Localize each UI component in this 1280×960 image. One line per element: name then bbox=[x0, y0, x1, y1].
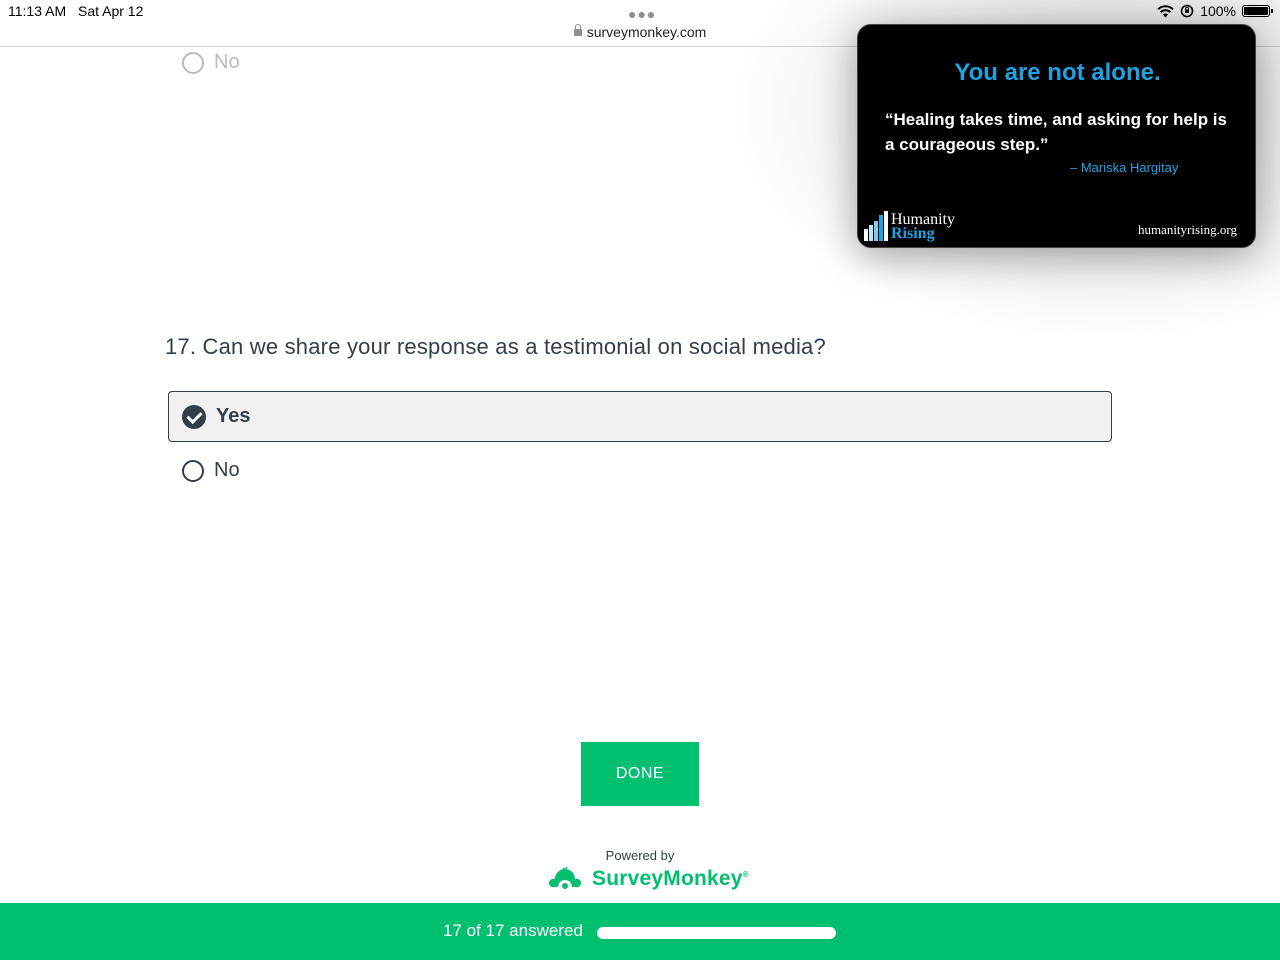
done-button[interactable]: DONE bbox=[581, 742, 699, 806]
battery-icon bbox=[1242, 5, 1273, 17]
radio-button-icon bbox=[182, 459, 204, 482]
surveymonkey-monkey-icon bbox=[549, 866, 581, 889]
battery-percent: 100% bbox=[1200, 3, 1236, 19]
status-bar: 11:13 AM Sat Apr 12 100% bbox=[0, 0, 1280, 24]
orientation-lock-icon bbox=[1180, 4, 1194, 18]
ad-quote: “Healing takes time, and asking for help… bbox=[885, 110, 1227, 154]
status-indicators: 100% bbox=[1157, 3, 1273, 19]
surveymonkey-logo[interactable]: SurveyMonkey® bbox=[546, 866, 749, 892]
logo-line-2: Rising bbox=[891, 225, 935, 242]
progress-text: 17 of 17 answered bbox=[443, 921, 583, 940]
option-label: No bbox=[214, 51, 240, 73]
checkmark-icon bbox=[182, 404, 206, 429]
url-text: surveymonkey.com bbox=[586, 24, 707, 40]
progress-footer: 17 of 17 answered bbox=[0, 903, 1280, 960]
progress-bar bbox=[597, 927, 836, 939]
wifi-icon bbox=[1157, 4, 1174, 17]
humanity-rising-logo: Humanity Rising bbox=[864, 211, 955, 242]
option-label: Yes bbox=[216, 405, 251, 427]
answer-option-yes[interactable]: Yes bbox=[168, 391, 1112, 442]
ad-headline: You are not alone. bbox=[954, 59, 1161, 86]
humanity-rising-bars-icon bbox=[864, 211, 888, 241]
option-label: No bbox=[214, 459, 240, 481]
ad-quote-author: – Mariska Hargitay bbox=[1070, 160, 1179, 175]
ad-site-link[interactable]: humanityrising.org bbox=[1138, 222, 1237, 238]
powered-by-text: Powered by bbox=[605, 848, 675, 863]
status-date: Sat Apr 12 bbox=[78, 3, 144, 19]
question-title: 17. Can we share your response as a test… bbox=[165, 334, 826, 359]
surveymonkey-wordmark: SurveyMonkey® bbox=[592, 867, 749, 890]
previous-option-no[interactable]: No bbox=[182, 51, 240, 74]
lock-icon bbox=[573, 24, 582, 36]
overlay-ad[interactable]: You are not alone. “Healing takes time, … bbox=[857, 24, 1256, 248]
progress-bar-fill bbox=[597, 927, 836, 939]
answer-option-no[interactable]: No bbox=[182, 459, 240, 482]
radio-button-icon bbox=[182, 51, 204, 74]
status-time: 11:13 AM bbox=[8, 3, 67, 19]
